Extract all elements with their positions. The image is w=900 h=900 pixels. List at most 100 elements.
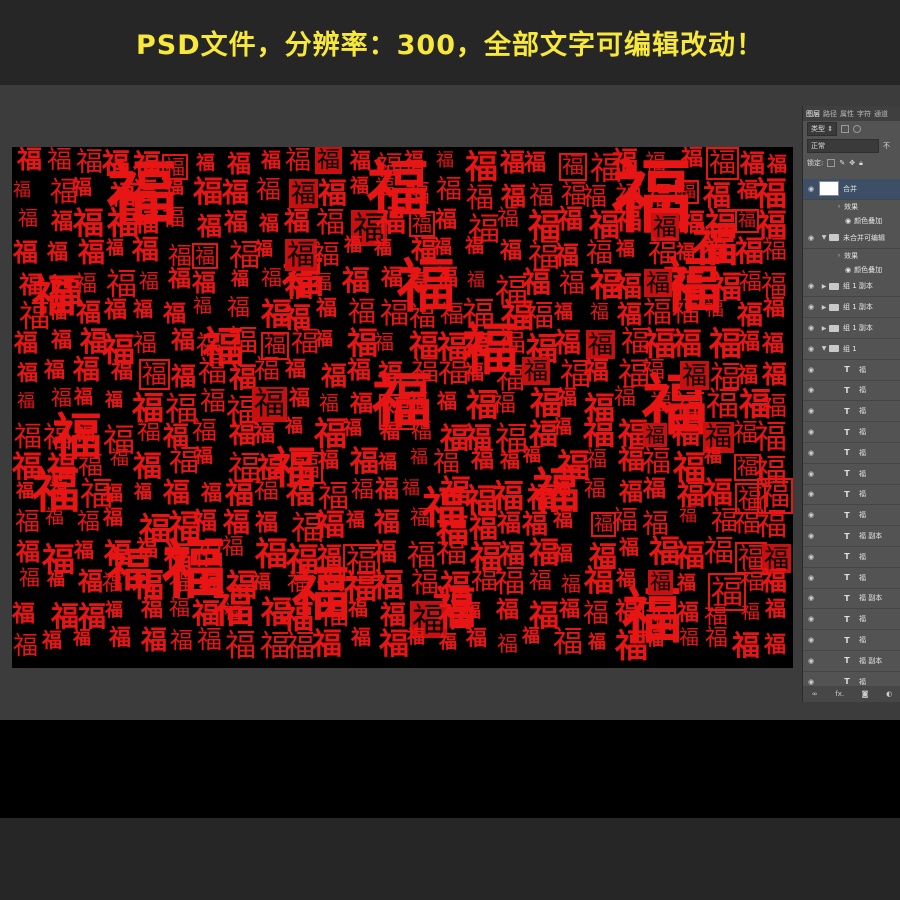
layer-row[interactable]: ◉ T 福 — [803, 505, 900, 527]
layer-row[interactable]: ◉ ▶ 组 1 副本 — [803, 277, 900, 298]
layer-row[interactable]: ◉ T 福 副本 — [803, 651, 900, 672]
panel-tab[interactable]: 通道 — [874, 109, 888, 119]
layer-row[interactable]: ◉ 合并 — [803, 179, 900, 200]
layer-row[interactable]: ◦ 效果 — [803, 200, 900, 214]
visibility-eye-icon[interactable]: ◉ — [803, 282, 819, 290]
chevron-down-icon[interactable]: ▼ — [819, 345, 829, 352]
visibility-eye-icon[interactable]: ◉ — [803, 428, 819, 436]
adjustment-icon[interactable]: ◐ — [886, 690, 892, 698]
fu-character: 福 — [315, 329, 333, 350]
fu-character: 福 — [109, 625, 132, 651]
visibility-eye-icon[interactable]: ◉ — [803, 303, 819, 311]
chevron-right-icon[interactable]: ▶ — [819, 325, 829, 332]
visibility-eye-icon[interactable]: ◉ — [803, 345, 819, 353]
fu-character: 福 — [223, 508, 250, 539]
fu-character: 福 — [522, 357, 550, 385]
lock-move-icon[interactable]: ✥ — [849, 159, 855, 167]
chevron-down-icon[interactable]: ▼ — [819, 234, 829, 241]
layer-row[interactable]: ◉ T 福 — [803, 485, 900, 506]
fu-character: 福 — [318, 447, 339, 472]
lock-paint-icon[interactable]: ✎ — [839, 159, 845, 167]
visibility-eye-icon[interactable]: ◉ — [803, 615, 819, 623]
lock-transparent-icon[interactable] — [827, 159, 836, 167]
fu-character: 福 — [225, 628, 256, 664]
fu-character: 福 — [411, 566, 440, 599]
visibility-eye-icon[interactable]: ◉ — [803, 449, 819, 457]
visibility-eye-icon[interactable]: ◉ — [803, 553, 819, 561]
chevron-right-icon[interactable]: ▶ — [819, 283, 829, 290]
effects-icon: ◦ — [837, 251, 842, 260]
fu-character: 福 — [552, 477, 572, 499]
panel-tab[interactable]: 路径 — [823, 109, 837, 119]
layer-row[interactable]: ◉ T 福 — [803, 464, 900, 485]
fu-character: 福 — [193, 295, 213, 317]
fu-character: 福 — [229, 419, 256, 450]
visibility-eye-icon[interactable]: ◉ — [803, 386, 819, 394]
visibility-eye-icon[interactable]: ◉ — [803, 678, 819, 686]
fu-character: 福 — [49, 302, 67, 323]
fu-character: 福 — [254, 355, 281, 385]
layer-row[interactable]: ◉ T 福 — [803, 568, 900, 589]
blend-mode-dropdown[interactable]: 正常 — [807, 138, 879, 153]
layer-name: 福 副本 — [859, 532, 883, 541]
fu-character: 福 — [319, 597, 349, 632]
effect-eye-icon[interactable]: ◉ — [845, 266, 851, 274]
visibility-eye-icon[interactable]: ◉ — [803, 185, 819, 193]
visibility-eye-icon[interactable]: ◉ — [803, 490, 819, 498]
layer-row[interactable]: ◉ T 福 — [803, 443, 900, 464]
filter-adjust-icon[interactable] — [853, 125, 862, 133]
link-icon[interactable]: ∞ — [812, 690, 818, 698]
layer-row[interactable]: ◉ T 福 — [803, 401, 900, 423]
layer-row[interactable]: ◉ T 福 — [803, 547, 900, 568]
effect-eye-icon[interactable]: ◉ — [845, 217, 851, 225]
fu-character: 福 — [197, 625, 223, 654]
layer-row[interactable]: ◉ T 福 副本 — [803, 526, 900, 547]
text-layer-icon: T — [844, 593, 850, 603]
fu-character: 福 — [616, 566, 636, 590]
layer-row[interactable]: ◉ T 福 副本 — [803, 589, 900, 610]
document-canvas[interactable]: 福福福福福福福福福福福福福福福福福福福福福福福福福福福福福福福福福福福福福福福福… — [12, 147, 793, 668]
panel-tab[interactable]: 图层 — [806, 109, 820, 119]
visibility-eye-icon[interactable]: ◉ — [803, 532, 819, 540]
layer-row[interactable]: ◦ 效果 — [803, 249, 900, 263]
text-layer-icon: T — [844, 614, 850, 624]
layer-name: 组 1 副本 — [843, 303, 873, 312]
layer-row[interactable]: ◉ T 福 — [803, 609, 900, 631]
visibility-eye-icon[interactable]: ◉ — [803, 234, 819, 242]
layer-row[interactable]: ◉ ▼ 组 1 — [803, 339, 900, 360]
filter-kind-dropdown[interactable]: 类型 ⇕ — [807, 122, 838, 136]
layer-row[interactable]: ◉ T 福 — [803, 360, 900, 381]
fu-character: 福 — [73, 628, 91, 649]
chevron-right-icon[interactable]: ▶ — [819, 304, 829, 311]
panel-tab[interactable]: 属性 — [840, 109, 854, 119]
fx-icon[interactable]: fx. — [835, 690, 844, 698]
lock-all-icon[interactable]: 🔒︎ — [859, 159, 863, 168]
visibility-eye-icon[interactable]: ◉ — [803, 636, 819, 644]
visibility-eye-icon[interactable]: ◉ — [803, 511, 819, 519]
layer-row[interactable]: ◉ T 福 — [803, 381, 900, 402]
visibility-eye-icon[interactable]: ◉ — [803, 657, 819, 665]
visibility-eye-icon[interactable]: ◉ — [803, 470, 819, 478]
layer-row[interactable]: ◉ ▶ 组 1 副本 — [803, 318, 900, 339]
panel-tab[interactable]: 字符 — [857, 109, 871, 119]
layer-row[interactable]: ◉ 颜色叠加 — [803, 214, 900, 228]
layer-row[interactable]: ◉ 颜色叠加 — [803, 263, 900, 277]
visibility-eye-icon[interactable]: ◉ — [803, 594, 819, 602]
layer-row[interactable]: ◉ ▶ 组 1 副本 — [803, 297, 900, 319]
layer-row[interactable]: ◉ T 福 — [803, 422, 900, 443]
visibility-eye-icon[interactable]: ◉ — [803, 574, 819, 582]
fu-character: 福 — [103, 505, 123, 529]
visibility-eye-icon[interactable]: ◉ — [803, 366, 819, 374]
layer-row[interactable]: ◉ T 福 — [803, 630, 900, 651]
filter-pixel-icon[interactable] — [841, 125, 850, 133]
text-layer-icon: T — [844, 406, 850, 416]
fu-character: 福 — [500, 238, 523, 264]
fu-character: 福 — [51, 209, 74, 235]
layer-row[interactable]: ◉ ▼ 未合并可编辑 — [803, 228, 900, 249]
visibility-eye-icon[interactable]: ◉ — [803, 407, 819, 415]
mask-icon[interactable]: ◙ — [862, 690, 869, 698]
fu-character: 福 — [225, 476, 255, 510]
fu-character: 福 — [762, 331, 785, 357]
fu-character: 福 — [522, 265, 552, 299]
visibility-eye-icon[interactable]: ◉ — [803, 324, 819, 332]
